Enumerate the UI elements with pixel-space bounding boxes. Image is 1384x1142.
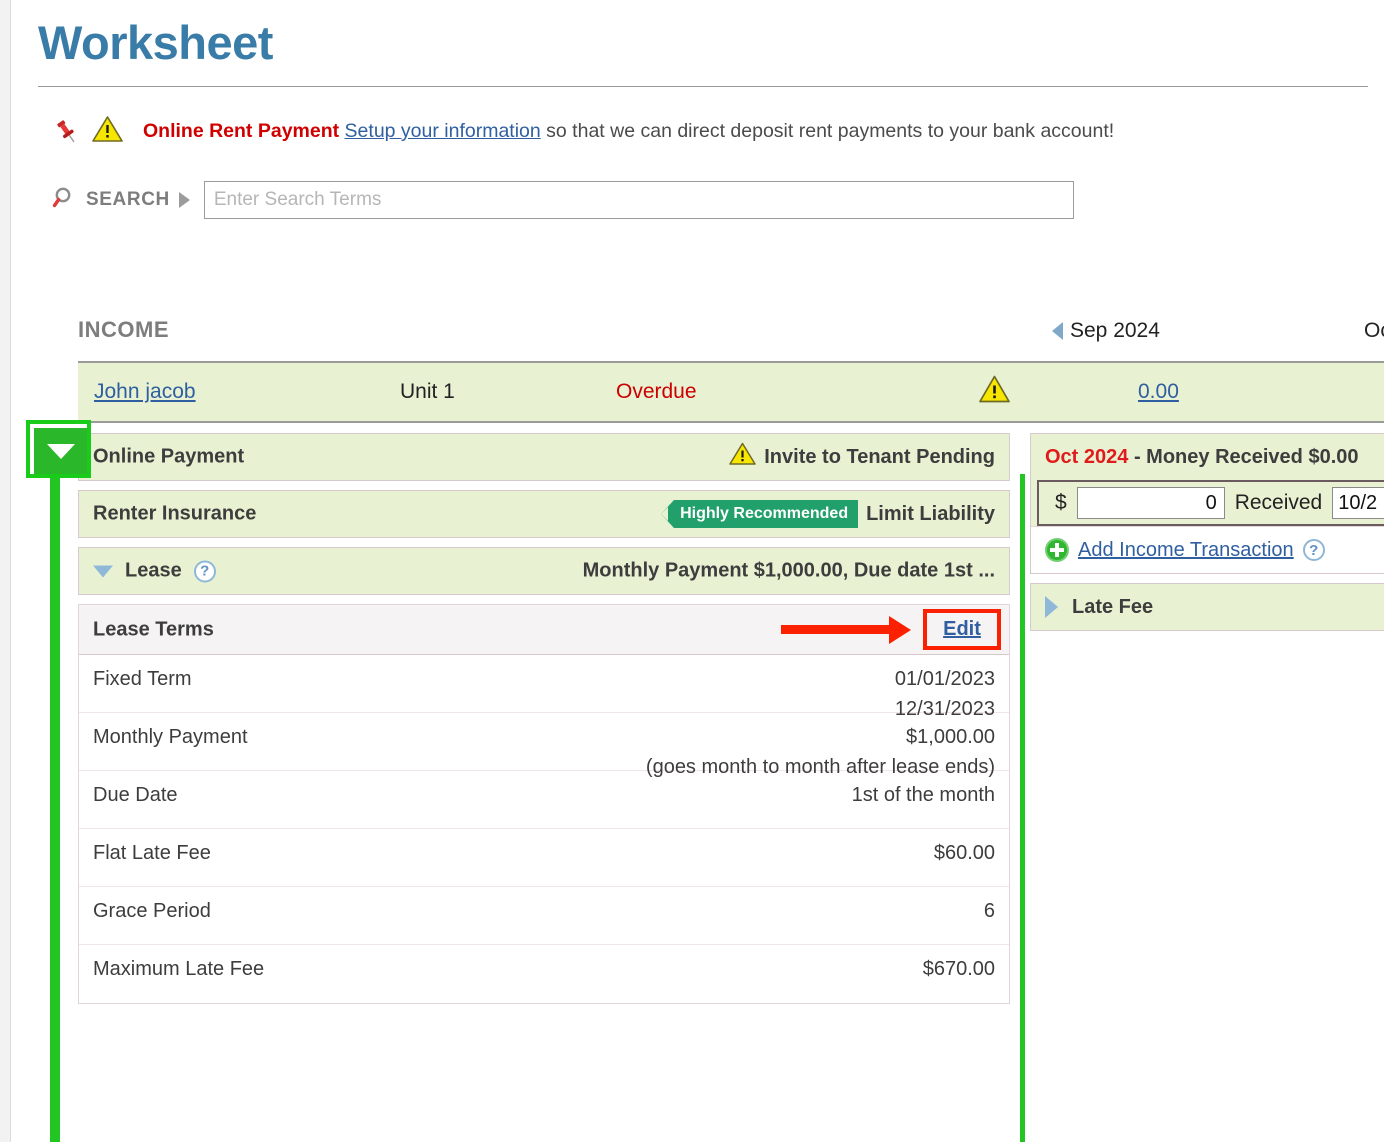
page-content: Worksheet xyxy=(12,0,1384,1142)
triangle-down-icon[interactable] xyxy=(93,565,113,577)
edit-button-annotation: Edit xyxy=(923,609,1001,650)
search-caret-icon[interactable] xyxy=(179,192,190,208)
expanded-rail-right xyxy=(1020,474,1025,1142)
income-title: INCOME xyxy=(78,317,169,343)
tenant-summary-row[interactable]: John jacob Unit 1 Overdue 0.00 xyxy=(78,361,1384,423)
tenant-balance-link[interactable]: 0.00 xyxy=(1138,380,1179,404)
late-fee-row[interactable]: Late Fee xyxy=(1030,583,1384,631)
search-row: SEARCH xyxy=(12,148,1384,219)
question-mark-icon[interactable]: ? xyxy=(194,560,216,582)
lease-row[interactable]: Lease ? Monthly Payment $1,000.00, Due d… xyxy=(78,547,1010,595)
banner-rest-text: so that we can direct deposit rent payme… xyxy=(546,120,1114,142)
table-row: Flat Late Fee $60.00 xyxy=(79,829,1009,887)
term-value-main: 01/01/2023 xyxy=(895,668,995,690)
term-label: Flat Late Fee xyxy=(93,842,211,865)
online-payment-status: Invite to Tenant Pending xyxy=(729,442,995,472)
search-label: SEARCH xyxy=(86,189,170,211)
late-fee-label: Late Fee xyxy=(1072,596,1153,619)
lease-row-header: Lease ? xyxy=(93,560,216,583)
tenant-status-overdue: Overdue xyxy=(616,380,697,404)
income-section-header: INCOME Sep 2024 Oct 2024 xyxy=(12,317,1384,361)
warning-triangle-icon xyxy=(978,375,1011,410)
online-payment-label: Online Payment xyxy=(93,446,244,469)
term-label: Fixed Term xyxy=(93,668,192,691)
income-entry-row: $ Received xyxy=(1037,480,1384,526)
expanded-rail-left xyxy=(50,474,60,1142)
plus-circle-icon xyxy=(1045,538,1069,562)
expand-toggle-annotation xyxy=(26,420,91,478)
table-row: Maximum Late Fee $670.00 xyxy=(79,945,1009,1003)
question-mark-icon[interactable]: ? xyxy=(1303,539,1325,561)
banner-strong-text: Online Rent Payment xyxy=(143,120,339,142)
banner-text: Online Rent Payment Setup your informati… xyxy=(143,120,1114,143)
highly-recommended-badge: Highly Recommended xyxy=(674,500,858,528)
lease-terms-header: Lease Terms Edit xyxy=(79,605,1009,655)
edit-pointer-arrow-annotation xyxy=(781,616,911,644)
tenant-name-link[interactable]: John jacob xyxy=(94,380,196,404)
left-detail-panel: Online Payment Invite to Tenant Pending xyxy=(78,423,1010,1004)
term-value: $670.00 xyxy=(923,958,995,981)
warning-triangle-icon xyxy=(92,115,123,148)
table-row: Due Date 1st of the month xyxy=(79,771,1009,829)
online-rent-payment-banner: Online Rent Payment Setup your informati… xyxy=(12,87,1384,148)
lease-summary: Monthly Payment $1,000.00, Due date 1st … xyxy=(583,560,995,583)
table-row: Monthly Payment $1,000.00 (goes month to… xyxy=(79,713,1009,771)
currency-symbol: $ xyxy=(1055,491,1067,515)
page-title: Worksheet xyxy=(12,0,1384,70)
term-label: Monthly Payment xyxy=(93,726,248,749)
lease-terms-title: Lease Terms xyxy=(93,618,214,641)
money-received-text: - Money Received $0.00 xyxy=(1134,446,1359,468)
add-income-transaction-row[interactable]: Add Income Transaction ? xyxy=(1031,526,1384,573)
page-gutter xyxy=(0,0,11,1142)
renter-insurance-row[interactable]: Renter Insurance Highly Recommended Limi… xyxy=(78,490,1010,538)
lease-label: Lease xyxy=(125,560,182,583)
pushpin-icon xyxy=(52,117,82,147)
money-received-title: Oct 2024 - Money Received $0.00 xyxy=(1031,434,1384,480)
triangle-right-icon[interactable] xyxy=(1045,596,1058,618)
add-income-transaction-link[interactable]: Add Income Transaction xyxy=(1078,539,1294,562)
month-next-label[interactable]: Oct 2024 xyxy=(1364,319,1384,343)
right-detail-panel: Oct 2024 - Money Received $0.00 $ Receiv… xyxy=(1030,423,1384,631)
term-label: Due Date xyxy=(93,784,178,807)
received-label: Received xyxy=(1235,491,1323,515)
renter-insurance-label: Renter Insurance xyxy=(93,503,256,526)
term-label: Maximum Late Fee xyxy=(93,958,264,981)
search-icon xyxy=(52,185,78,216)
online-payment-row[interactable]: Online Payment Invite to Tenant Pending xyxy=(78,433,1010,481)
term-value: $60.00 xyxy=(934,842,995,865)
table-row: Fixed Term 01/01/2023 12/31/2023 xyxy=(79,655,1009,713)
money-received-month: Oct 2024 xyxy=(1045,446,1128,468)
term-value: 6 xyxy=(984,900,995,923)
search-input[interactable] xyxy=(204,181,1074,219)
income-amount-input[interactable] xyxy=(1077,487,1225,519)
month-prev-label: Sep 2024 xyxy=(1070,319,1160,343)
table-row: Grace Period 6 xyxy=(79,887,1009,945)
tenant-unit: Unit 1 xyxy=(400,380,455,404)
warning-triangle-icon xyxy=(729,442,756,472)
lease-terms-table: Lease Terms Edit Fixed Term 01/01/2023 1… xyxy=(78,604,1010,1004)
edit-lease-terms-link[interactable]: Edit xyxy=(943,618,981,641)
term-value: 1st of the month xyxy=(852,784,995,807)
money-received-box: Oct 2024 - Money Received $0.00 $ Receiv… xyxy=(1030,433,1384,574)
chevron-down-icon xyxy=(47,444,75,459)
online-payment-status-text: Invite to Tenant Pending xyxy=(764,446,995,469)
worksheet-page: Worksheet xyxy=(0,0,1384,1142)
month-prev-nav[interactable]: Sep 2024 xyxy=(1052,319,1160,343)
tenant-expand-toggle-button[interactable] xyxy=(34,428,87,474)
renter-insurance-value-group: Highly Recommended Limit Liability xyxy=(670,500,995,528)
term-label: Grace Period xyxy=(93,900,211,923)
chevron-left-icon[interactable] xyxy=(1052,322,1063,340)
setup-your-information-link[interactable]: Setup your information xyxy=(345,120,541,142)
term-value-main: $1,000.00 xyxy=(906,726,995,748)
received-date-input[interactable] xyxy=(1332,487,1384,519)
renter-insurance-value: Limit Liability xyxy=(866,503,995,526)
